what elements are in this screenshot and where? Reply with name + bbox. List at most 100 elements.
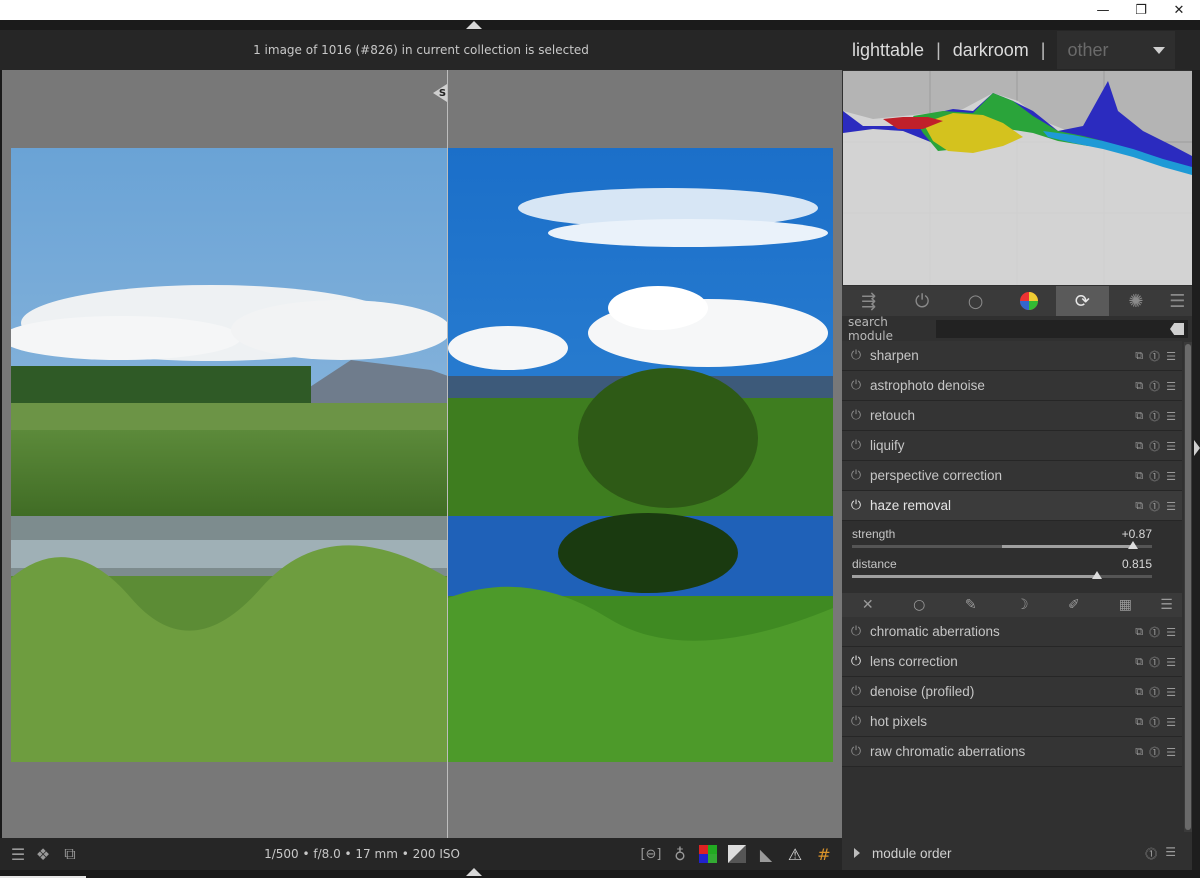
reset-icon[interactable]: ⓵ [1149, 408, 1160, 424]
module-astrophoto-denoise[interactable]: ⏻ astrophoto denoise ⧉ ⓵ ☰ [842, 371, 1182, 401]
reset-icon[interactable]: ⓵ [1149, 348, 1160, 364]
reset-icon[interactable]: ⓵ [1149, 438, 1160, 454]
menu-icon[interactable]: ☰ [1151, 597, 1182, 613]
power-icon[interactable]: ⏻ [842, 348, 870, 363]
collapse-right-arrow-icon[interactable] [1194, 440, 1200, 456]
presets-icon[interactable]: ☰ [1166, 686, 1176, 699]
presets-icon[interactable]: ☰ [1166, 440, 1176, 453]
power-icon[interactable]: ⏻ [842, 684, 870, 699]
instances-icon[interactable]: ⧉ [1135, 685, 1143, 699]
gamut-check-icon[interactable]: ◣ [756, 844, 776, 864]
color-group-tab[interactable] [1002, 286, 1055, 316]
focus-peaking-icon[interactable]: [⊖] [640, 844, 662, 864]
presets-icon[interactable]: ☰ [1165, 845, 1176, 862]
warning-icon[interactable]: ⚠ [784, 844, 806, 864]
view-other-dropdown[interactable]: other [1057, 31, 1176, 69]
module-liquify[interactable]: ⏻ liquify ⧉ ⓵ ☰ [842, 431, 1182, 461]
reset-icon[interactable]: ⓵ [1149, 468, 1160, 484]
collapse-bottom-arrow-icon[interactable] [466, 868, 482, 876]
right-panel-edge[interactable] [1192, 70, 1200, 870]
instances-icon[interactable]: ⧉ [1135, 469, 1143, 483]
mask-off-icon[interactable]: ✕ [842, 597, 894, 613]
instances-icon[interactable]: ⧉ [1135, 499, 1143, 513]
expand-arrow-icon[interactable] [854, 848, 860, 858]
scrollbar-thumb[interactable] [1185, 344, 1191, 830]
power-icon[interactable]: ⏻ [842, 624, 870, 639]
presets-icon[interactable]: ☰ [1166, 470, 1176, 483]
instances-icon[interactable]: ⧉ [1135, 349, 1143, 363]
guides-icon[interactable]: # [814, 844, 834, 864]
reset-icon[interactable]: ⓵ [1149, 378, 1160, 394]
instances-icon[interactable]: ⧉ [1135, 439, 1143, 453]
before-after-split-line[interactable] [447, 70, 448, 838]
close-button[interactable]: ✕ [1160, 0, 1198, 20]
power-icon[interactable]: ⏻ [842, 378, 870, 393]
base-group-tab[interactable]: ○ [949, 286, 1002, 316]
power-icon[interactable]: ⏻ [842, 714, 870, 729]
module-perspective-correction[interactable]: ⏻ perspective correction ⧉ ⓵ ☰ [842, 461, 1182, 491]
presets-icon[interactable]: ☰ [1166, 500, 1176, 513]
power-icon[interactable]: ⏻ [842, 408, 870, 423]
drawn-parametric-mask-icon[interactable]: ✐ [1048, 597, 1100, 613]
reset-icon[interactable]: ⓵ [1149, 624, 1160, 640]
instances-icon[interactable]: ⧉ [1135, 715, 1143, 729]
power-icon[interactable]: ⏻ [842, 438, 870, 453]
module-raw-chromatic-aberrations[interactable]: ⏻ raw chromatic aberrations ⧉ ⓵ ☰ [842, 737, 1182, 767]
image-canvas[interactable] [2, 70, 842, 838]
raster-mask-icon[interactable]: ▦ [1100, 597, 1152, 613]
module-order-section[interactable]: module order ⓵ ☰ [842, 838, 1192, 868]
module-hot-pixels[interactable]: ⏻ hot pixels ⧉ ⓵ ☰ [842, 707, 1182, 737]
instances-icon[interactable]: ⧉ [1135, 745, 1143, 759]
presets-icon[interactable]: ☰ [1166, 410, 1176, 423]
reset-icon[interactable]: ⓵ [1149, 684, 1160, 700]
reset-icon[interactable]: ⓵ [1149, 654, 1160, 670]
module-haze-removal[interactable]: ⏻ haze removal ⧉ ⓵ ☰ [842, 491, 1182, 521]
correct-group-tab[interactable]: ⟳ [1055, 286, 1110, 316]
power-on-icon[interactable]: ⏻ [842, 498, 870, 513]
view-darkroom[interactable]: darkroom [953, 40, 1029, 61]
presets-icon[interactable]: ☰ [1166, 746, 1176, 759]
reset-icon[interactable]: ⓵ [1149, 498, 1160, 514]
histogram[interactable] [843, 71, 1192, 285]
slider-handle[interactable] [1127, 541, 1138, 549]
module-chromatic-aberrations[interactable]: ⏻ chromatic aberrations ⧉ ⓵ ☰ [842, 617, 1182, 647]
restore-button[interactable]: ❐ [1122, 0, 1160, 20]
effect-group-tab[interactable]: ✺ [1109, 286, 1162, 316]
color-assessment-icon[interactable] [698, 844, 718, 864]
power-icon[interactable]: ⏻ [842, 744, 870, 759]
module-denoise-profiled[interactable]: ⏻ denoise (profiled) ⧉ ⓵ ☰ [842, 677, 1182, 707]
presets-icon[interactable]: ☰ [1166, 350, 1176, 363]
module-sharpen[interactable]: ⏻ sharpen ⧉ ⓵ ☰ [842, 341, 1182, 371]
minimize-button[interactable]: — [1084, 0, 1122, 20]
module-lens-correction[interactable]: ⏻ lens correction ⧉ ⓵ ☰ [842, 647, 1182, 677]
reset-icon[interactable]: ⓵ [1149, 714, 1160, 730]
presets-icon[interactable]: ☰ [1166, 716, 1176, 729]
groups-menu-tab[interactable]: ☰ [1163, 286, 1192, 316]
top-panel-toggle-strip[interactable] [0, 20, 1200, 30]
bottom-panel-toggle-strip[interactable] [0, 868, 1200, 878]
parametric-mask-icon[interactable]: ☽ [997, 597, 1049, 613]
instances-icon[interactable]: ⧉ [1135, 379, 1143, 393]
drawn-mask-icon[interactable]: ✎ [945, 597, 997, 613]
presets-icon[interactable]: ☰ [1166, 380, 1176, 393]
view-lighttable[interactable]: lighttable [852, 40, 924, 61]
active-modules-tab[interactable]: ⏻ [895, 286, 948, 316]
instances-icon[interactable]: ⧉ [1135, 655, 1143, 669]
instances-icon[interactable]: ⧉ [1135, 409, 1143, 423]
presets-icon[interactable]: ☰ [1166, 656, 1176, 669]
uniform-mask-icon[interactable]: ○ [894, 597, 946, 613]
softproof-icon[interactable] [726, 844, 748, 864]
presets-icon[interactable]: ☰ [1166, 626, 1176, 639]
distance-slider[interactable]: distance 0.815 [852, 555, 1152, 585]
module-retouch[interactable]: ⏻ retouch ⧉ ⓵ ☰ [842, 401, 1182, 431]
slider-handle[interactable] [1091, 571, 1102, 579]
clear-search-icon[interactable] [1170, 323, 1184, 335]
power-icon[interactable]: ⏻ [842, 468, 870, 483]
power-on-icon[interactable]: ⏻ [842, 654, 870, 669]
reset-icon[interactable]: ⓵ [1145, 845, 1157, 862]
reset-icon[interactable]: ⓵ [1149, 744, 1160, 760]
instances-icon[interactable]: ⧉ [1135, 625, 1143, 639]
collapse-top-arrow-icon[interactable] [466, 21, 482, 29]
strength-slider[interactable]: strength +0.87 [852, 525, 1152, 555]
search-input[interactable] [936, 320, 1188, 338]
